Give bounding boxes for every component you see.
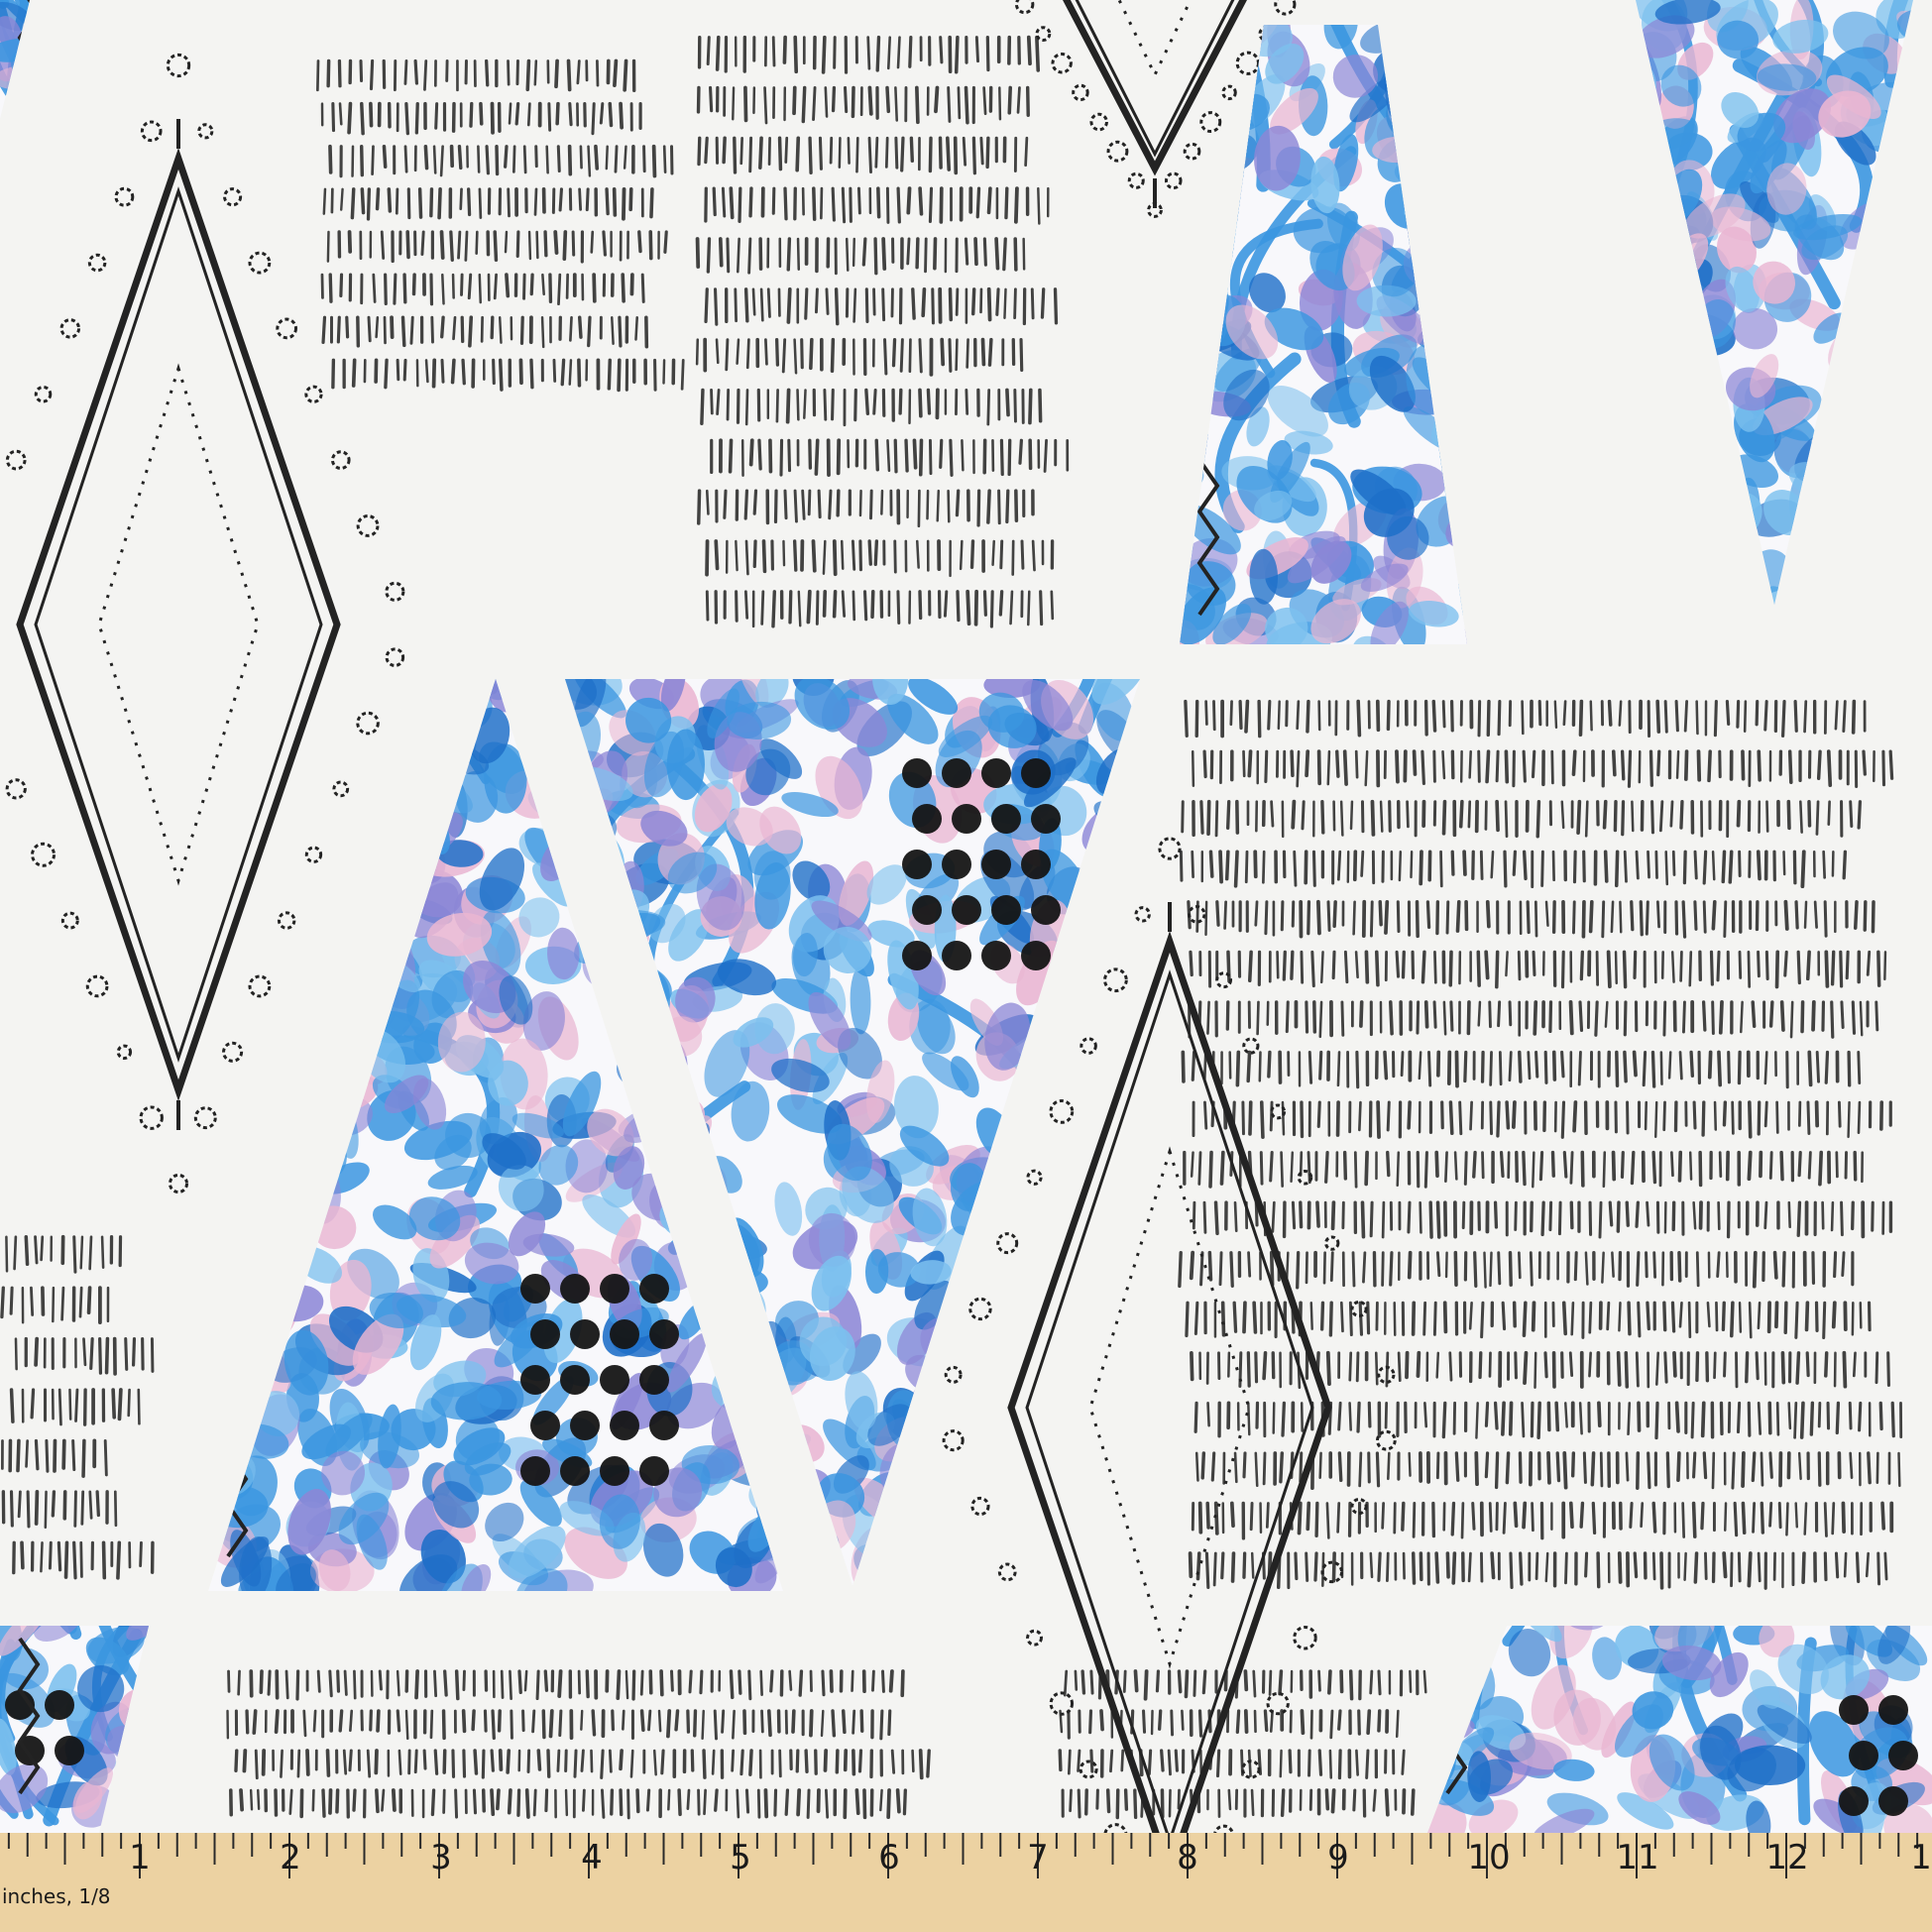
- ruler-number: 6: [878, 1838, 900, 1877]
- ruler-number: 5: [730, 1838, 751, 1877]
- diamond-motif: [5, 53, 405, 1194]
- ruler-number: 8: [1177, 1838, 1198, 1877]
- ruler-number: 1: [129, 1838, 151, 1877]
- floral-triangle: [0, 1626, 149, 1833]
- floral-triangle: [1427, 1626, 1932, 1833]
- floral-triangle: [1636, 0, 1913, 605]
- ruler-number: 2: [280, 1838, 301, 1877]
- ruler-number: 3: [430, 1838, 452, 1877]
- ruler-number: 9: [1327, 1838, 1349, 1877]
- ruler-number: 4: [581, 1838, 603, 1877]
- ruler-unit-label: inches, 1/8: [2, 1884, 111, 1908]
- floral-triangle: [0, 0, 30, 119]
- ruler-number: 7: [1027, 1838, 1049, 1877]
- ruler-number: 1: [1910, 1838, 1932, 1877]
- floral-triangle: [1180, 25, 1467, 644]
- ruler-number: 12: [1765, 1838, 1809, 1877]
- ruler-number: 10: [1467, 1838, 1511, 1877]
- measuring-ruler: inches, 1/8 1 2 3 4 5 6 7 8 9 10 11 12 1: [0, 1833, 1932, 1932]
- fabric-print: [0, 0, 1932, 1833]
- ruler-number: 11: [1616, 1838, 1659, 1877]
